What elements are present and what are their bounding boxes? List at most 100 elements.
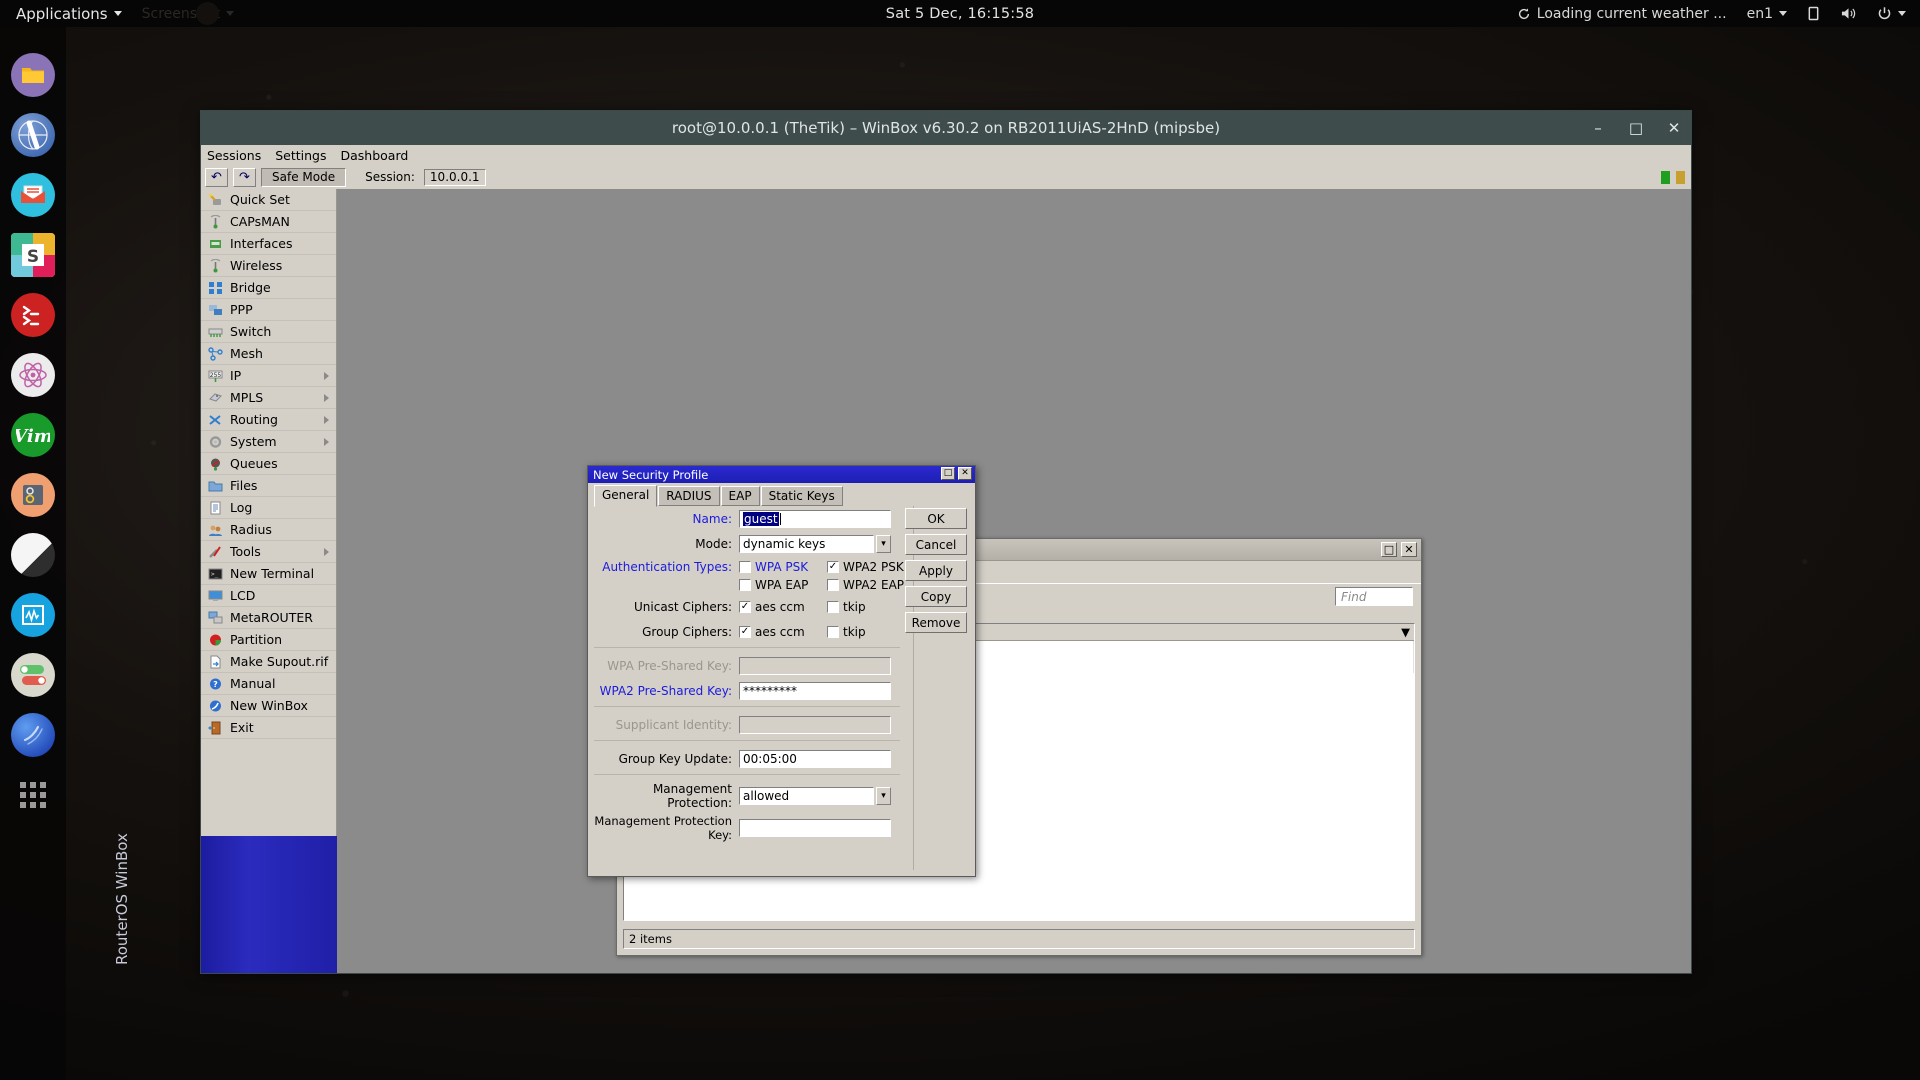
tab-static-keys[interactable]: Static Keys (760, 486, 843, 506)
checkbox-label: aes ccm (755, 599, 805, 614)
management-protection-combobox[interactable]: allowed ▾ (739, 787, 891, 805)
sidebar-item-exit[interactable]: Exit (201, 717, 336, 739)
wpa2-psk-input[interactable]: ********* (739, 681, 891, 700)
tab-eap[interactable]: EAP (720, 486, 760, 506)
name-value: guest (743, 511, 779, 526)
close-icon[interactable]: ✕ (958, 467, 972, 480)
sidebar-item-new-winbox[interactable]: New WinBox (201, 695, 336, 717)
dock-item-browser[interactable] (11, 113, 55, 157)
sidebar-item-routing[interactable]: Routing (201, 409, 336, 431)
sidebar-item-manual[interactable]: ? Manual (201, 673, 336, 695)
volume-indicator[interactable] (1830, 0, 1867, 27)
checkbox-unicast-aes-ccm[interactable]: ✓ aes ccm (739, 600, 827, 614)
wpa-psk-label: WPA Pre-Shared Key: (607, 658, 732, 673)
sidebar-item-mpls[interactable]: MPLS (201, 387, 336, 409)
checkbox-wpa2-psk[interactable]: ✓ WPA2 PSK (827, 560, 904, 574)
redo-button[interactable]: ↷ (233, 167, 256, 187)
safe-mode-button[interactable]: Safe Mode (261, 167, 347, 187)
session-value[interactable]: 10.0.0.1 (423, 168, 486, 186)
dock-item-monitor[interactable] (11, 593, 55, 637)
dock-item-slack[interactable]: S (11, 233, 55, 277)
checkbox-wpa-psk[interactable]: WPA PSK (739, 560, 827, 574)
minimize-icon[interactable]: – (1587, 117, 1609, 139)
dock-item-files[interactable] (11, 53, 55, 97)
field-row-wpa2-psk: WPA2 Pre-Shared Key: ********* (594, 680, 906, 701)
sidebar-item-mesh[interactable]: Mesh (201, 343, 336, 365)
tab-general[interactable]: General (594, 485, 658, 507)
power-menu[interactable] (1867, 0, 1916, 27)
group-key-update-input[interactable]: 00:05:00 (739, 749, 891, 768)
find-input[interactable]: Find (1335, 587, 1413, 606)
management-protection-key-label: Management Protection Key: (594, 814, 732, 842)
keyboard-layout-indicator[interactable]: en1 (1737, 0, 1797, 27)
menu-settings[interactable]: Settings (275, 148, 326, 163)
maximize-icon[interactable]: □ (1381, 542, 1397, 557)
lock-indicator-icon (1676, 170, 1685, 184)
menu-sessions[interactable]: Sessions (207, 148, 261, 163)
maximize-icon[interactable]: □ (1625, 117, 1647, 139)
checkbox-group-aes-ccm[interactable]: ✓ aes ccm (739, 625, 827, 639)
clock[interactable]: Sat 5 Dec, 16:15:58 (886, 6, 1034, 22)
dock-item-disk[interactable] (11, 533, 55, 577)
ok-button[interactable]: OK (905, 508, 967, 529)
sidebar-item-quick-set[interactable]: Quick Set (201, 189, 336, 211)
sidebar-item-lcd[interactable]: LCD (201, 585, 336, 607)
dock-item-toggles[interactable] (11, 653, 55, 697)
dock-item-network[interactable] (11, 713, 55, 757)
ghost-app-item[interactable]: Screenshot (132, 0, 244, 27)
dock-item-mail[interactable] (11, 173, 55, 217)
apply-button[interactable]: Apply (905, 560, 967, 581)
sidebar-item-make-supout-rif[interactable]: Make Supout.rif (201, 651, 336, 673)
tab-radius[interactable]: RADIUS (658, 486, 720, 506)
chevron-down-icon (226, 11, 234, 16)
sidebar-item-label: New WinBox (230, 698, 308, 713)
sidebar-item-ppp[interactable]: PPP (201, 299, 336, 321)
checkbox-group-tkip[interactable]: tkip (827, 625, 866, 639)
weather-indicator[interactable]: Loading current weather ... (1507, 0, 1737, 27)
sidebar-item-partition[interactable]: Partition (201, 629, 336, 651)
checkbox-wpa-eap[interactable]: WPA EAP (739, 578, 827, 592)
close-icon[interactable]: ✕ (1663, 117, 1685, 139)
close-icon[interactable]: ✕ (1401, 542, 1417, 557)
chevron-down-icon[interactable]: ▾ (876, 534, 891, 553)
copy-button[interactable]: Copy (905, 586, 967, 607)
chevron-down-icon[interactable]: ▾ (876, 787, 891, 805)
applications-menu[interactable]: Applications (0, 0, 132, 27)
cancel-button[interactable]: Cancel (905, 534, 967, 555)
sidebar-item-interfaces[interactable]: Interfaces (201, 233, 336, 255)
svg-text:S: S (27, 247, 39, 267)
sidebar-item-radius[interactable]: Radius (201, 519, 336, 541)
sidebar-item-ip[interactable]: 255 IP (201, 365, 336, 387)
undo-button[interactable]: ↶ (205, 167, 228, 187)
name-input[interactable]: guest (739, 509, 891, 528)
checkbox-box (739, 579, 751, 591)
maximize-icon[interactable]: □ (941, 467, 955, 480)
mode-combobox[interactable]: dynamic keys ▾ (739, 534, 891, 553)
management-protection-key-input[interactable] (739, 819, 891, 837)
winbox-titlebar[interactable]: root@10.0.0.1 (TheTik) – WinBox v6.30.2 … (201, 111, 1691, 145)
sidebar-item-metarouter[interactable]: MetaROUTER (201, 607, 336, 629)
dock-item-safe[interactable] (11, 473, 55, 517)
winbox-menu-list: Quick Set CAPsMAN Interfaces Wireless Bridge… (201, 189, 336, 739)
notes-indicator[interactable] (1797, 0, 1830, 27)
sidebar-item-tools[interactable]: Tools (201, 541, 336, 563)
menu-dashboard[interactable]: Dashboard (341, 148, 409, 163)
sidebar-item-system[interactable]: System (201, 431, 336, 453)
dock-item-app-grid[interactable] (11, 773, 55, 817)
sidebar-item-bridge[interactable]: Bridge (201, 277, 336, 299)
checkbox-wpa2-eap[interactable]: WPA2 EAP (827, 578, 904, 592)
sidebar-item-new-terminal[interactable]: >_ New Terminal (201, 563, 336, 585)
remove-button[interactable]: Remove (905, 612, 967, 633)
sidebar-item-log[interactable]: Log (201, 497, 336, 519)
security-window-controls: □ ✕ (1381, 542, 1417, 557)
dock-item-atom[interactable] (11, 353, 55, 397)
dock-item-vim[interactable]: Vim (11, 413, 55, 457)
dialog-titlebar[interactable]: New Security Profile □ ✕ (588, 466, 975, 483)
sidebar-item-wireless[interactable]: Wireless (201, 255, 336, 277)
sidebar-item-queues[interactable]: Queues (201, 453, 336, 475)
sidebar-item-switch[interactable]: Switch (201, 321, 336, 343)
sidebar-item-capsman[interactable]: CAPsMAN (201, 211, 336, 233)
sidebar-item-files[interactable]: Files (201, 475, 336, 497)
checkbox-unicast-tkip[interactable]: tkip (827, 600, 866, 614)
dock-item-terminal[interactable] (11, 293, 55, 337)
